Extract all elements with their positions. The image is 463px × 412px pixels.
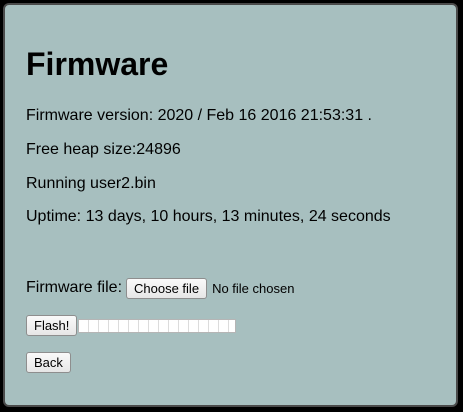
firmware-file-row: Firmware file: Choose file No file chose… xyxy=(26,277,294,299)
page-title: Firmware xyxy=(26,46,169,82)
back-row: Back xyxy=(26,352,71,373)
choose-file-button[interactable]: Choose file xyxy=(126,277,208,299)
running-image-text: Running user2.bin xyxy=(26,175,156,192)
flash-progress-bar xyxy=(78,318,237,333)
panel-content: Firmware Firmware version: 2020 / Feb 16… xyxy=(26,5,456,405)
file-status-text: No file chosen xyxy=(212,280,295,296)
flash-row: Flash! xyxy=(26,315,237,336)
flash-button[interactable]: Flash! xyxy=(26,315,78,336)
firmware-panel: Firmware Firmware version: 2020 / Feb 16… xyxy=(3,3,458,407)
firmware-version-text: Firmware version: 2020 / Feb 16 2016 21:… xyxy=(26,107,372,124)
back-button[interactable]: Back xyxy=(26,352,71,373)
firmware-file-label: Firmware file: xyxy=(26,279,123,296)
uptime-text: Uptime: 13 days, 10 hours, 13 minutes, 2… xyxy=(26,208,391,225)
free-heap-text: Free heap size:24896 xyxy=(26,141,181,158)
